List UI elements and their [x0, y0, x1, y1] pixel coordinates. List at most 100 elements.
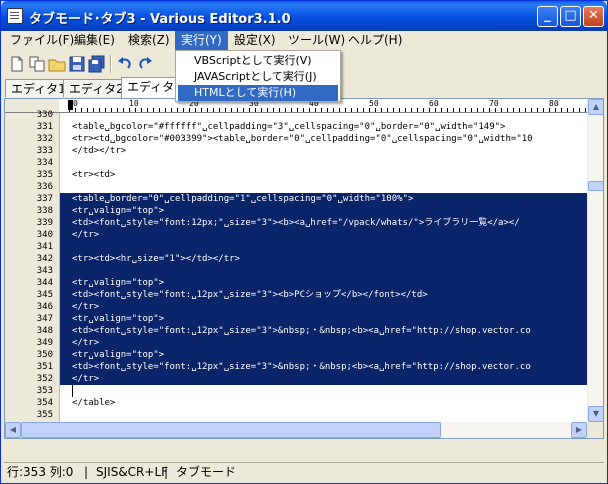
status-separator: | [84, 465, 89, 479]
scrollbar-corner [587, 422, 603, 438]
line-number: 345 [36, 290, 53, 300]
code-line[interactable]: </td></tr> [60, 145, 587, 157]
mode-status: タブモード [176, 465, 237, 479]
line-number: 349 [36, 338, 53, 348]
line-number: 333 [36, 146, 53, 156]
ruler-label: 70 [489, 99, 499, 108]
code-line[interactable] [60, 385, 587, 397]
line-number: 341 [36, 242, 53, 252]
line-number: 344 [36, 278, 53, 288]
scroll-right-icon[interactable]: ▶ [571, 422, 587, 438]
menu-tools[interactable]: ツール(W) [282, 31, 351, 50]
menu-bar: ファイル(F) 編集(E) 検索(Z) 実行(Y) 設定(X) ツール(W) ヘ… [4, 31, 604, 51]
code-line-selected[interactable]: <tr␣valign="top"> [60, 313, 587, 325]
code-line-selected[interactable]: <td><font␣style="font:12px;"␣size="3"><b… [60, 217, 587, 229]
line-number: 337 [36, 194, 53, 204]
code-line[interactable] [60, 409, 587, 421]
encoding-status: SJIS&CR+LF [96, 465, 169, 479]
code-line-selected[interactable]: <table␣border="0"␣cellpadding="1"␣cellsp… [60, 193, 587, 205]
run-as-javascript[interactable]: JAVAScriptとして実行(J) [178, 69, 338, 85]
menu-settings[interactable]: 設定(X) [228, 31, 282, 50]
code-line[interactable]: </table> [60, 397, 587, 409]
code-line[interactable] [60, 113, 587, 121]
tab-editor1[interactable]: エディタ1 [5, 79, 72, 97]
text-cursor [72, 385, 73, 397]
run-menu-dropdown: VBScriptとして実行(V) JAVAScriptとして実行(J) HTML… [175, 50, 341, 102]
run-as-vbscript[interactable]: VBScriptとして実行(V) [178, 53, 338, 69]
line-number: 343 [36, 266, 53, 276]
code-line-selected[interactable] [60, 265, 587, 277]
ruler-label: 50 [369, 99, 379, 108]
title-bar[interactable]: タブモード･タブ3 - Various Editor3.1.0 _ □ ✕ [1, 1, 607, 31]
cursor-position: 行:353 列:0 [7, 465, 74, 479]
app-icon[interactable] [7, 8, 23, 24]
close-button[interactable]: ✕ [583, 6, 604, 27]
code-line[interactable]: <tr><td> [60, 169, 587, 181]
code-line-selected[interactable]: </tr> [60, 301, 587, 313]
code-line[interactable]: <tr><td␣bgcolor="#003399"><table␣border=… [60, 133, 587, 145]
ruler-label: 60 [429, 99, 439, 108]
menu-edit[interactable]: 編集(E) [68, 31, 121, 50]
code-line-selected[interactable]: <td><font␣style="font:␣12px"␣size="3">&n… [60, 325, 587, 337]
line-number: 338 [36, 206, 53, 216]
menu-run[interactable]: 実行(Y) [175, 31, 228, 50]
line-number: 334 [36, 158, 53, 168]
vertical-scroll-thumb[interactable] [588, 181, 603, 191]
ruler-label: 80 [549, 99, 559, 108]
line-number: 348 [36, 326, 53, 336]
redo-icon[interactable] [136, 55, 154, 73]
code-line-selected[interactable]: </tr> [60, 229, 587, 241]
save-icon[interactable] [68, 55, 86, 73]
line-number: 336 [36, 182, 53, 192]
menu-help[interactable]: ヘルプ(H) [342, 31, 408, 50]
line-number: 330 [36, 110, 53, 120]
save-all-icon[interactable] [88, 55, 106, 73]
app-window: タブモード･タブ3 - Various Editor3.1.0 _ □ ✕ ファ… [0, 0, 608, 484]
line-number: 335 [36, 170, 53, 180]
line-number: 340 [36, 230, 53, 240]
code-line-selected[interactable] [60, 241, 587, 253]
ruler-label: 0 [73, 99, 78, 108]
line-number: 339 [36, 218, 53, 228]
open-folder-icon[interactable] [48, 55, 66, 73]
line-number: 354 [36, 398, 53, 408]
line-number-gutter: 330 331 332 333 334 335 336 337 338 339 340 341 342 3… [5, 110, 60, 432]
code-line-selected[interactable]: <tr␣valign="top"> [60, 349, 587, 361]
horizontal-scroll-thumb[interactable] [21, 422, 441, 438]
tab-editor2[interactable]: エディタ2 [63, 79, 130, 97]
horizontal-scrollbar[interactable]: ◀ ▶ [5, 422, 587, 438]
scroll-down-icon[interactable]: ▼ [588, 406, 603, 422]
copy-file-icon[interactable] [28, 55, 46, 73]
maximize-button[interactable]: □ [560, 6, 581, 27]
code-line-selected[interactable]: <tr><td><hr␣size="1"></td></tr> [60, 253, 587, 265]
code-line-selected[interactable]: <tr␣valign="top"> [60, 205, 587, 217]
run-as-html[interactable]: HTMLとして実行(H) [178, 85, 338, 101]
scroll-up-icon[interactable]: ▲ [588, 99, 603, 115]
code-line-selected[interactable]: <td><font␣style="font:␣12px"␣size="3"><b… [60, 289, 587, 301]
line-number: 353 [36, 386, 53, 396]
code-line[interactable]: <table␣bgcolor="#ffffff"␣cellpadding="3"… [60, 121, 587, 133]
line-number: 355 [36, 410, 53, 420]
line-number: 342 [36, 254, 53, 264]
code-line[interactable] [60, 157, 587, 169]
code-line-selected[interactable]: <td><font␣style="font:␣12px"␣size="3">&n… [60, 361, 587, 373]
vertical-scrollbar[interactable]: ▲ ▼ [587, 99, 603, 422]
code-line-selected[interactable]: </tr> [60, 373, 587, 385]
line-number: 331 [36, 122, 53, 132]
line-number: 350 [36, 350, 53, 360]
editor-pane[interactable]: 0 10 20 30 40 50 60 70 80 90 33033133233… [4, 98, 604, 439]
code-line[interactable] [60, 181, 587, 193]
line-number: 347 [36, 314, 53, 324]
menu-search[interactable]: 検索(Z) [122, 31, 176, 50]
minimize-button[interactable]: _ [537, 6, 558, 27]
code-line-selected[interactable]: </tr> [60, 337, 587, 349]
toolbar-separator [110, 55, 112, 73]
undo-icon[interactable] [116, 55, 134, 73]
line-number: 332 [36, 134, 53, 144]
code-area[interactable]: <table␣bgcolor="#ffffff"␣cellpadding="3"… [60, 113, 587, 424]
new-file-icon[interactable] [8, 55, 26, 73]
code-line-selected[interactable]: <tr␣valign="top"> [60, 277, 587, 289]
line-number: 346 [36, 302, 53, 312]
scroll-left-icon[interactable]: ◀ [5, 422, 21, 438]
line-number: 351 [36, 362, 53, 372]
